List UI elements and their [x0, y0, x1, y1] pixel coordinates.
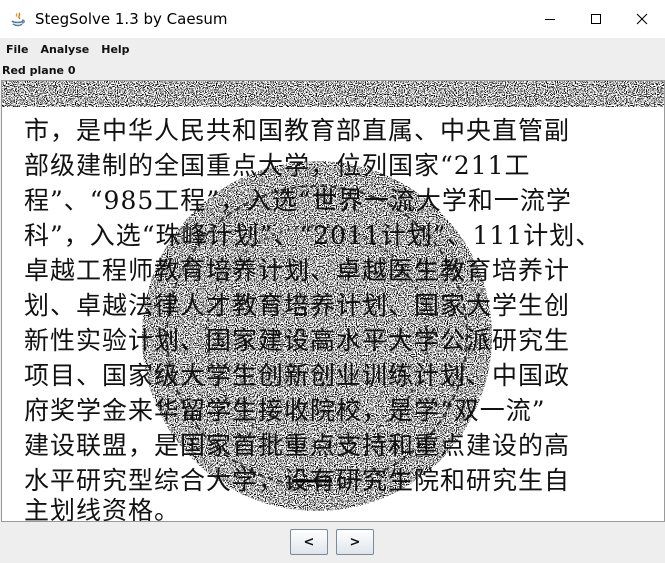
document-line: 部级建制的全国重点大学，位列国家“211工 — [24, 151, 531, 180]
close-button[interactable] — [619, 0, 665, 38]
title-bar: StegSolve 1.3 by Caesum — [0, 0, 665, 38]
menu-help[interactable]: Help — [95, 43, 135, 56]
navigation-bar: < > — [0, 522, 665, 563]
document-line: 新性实验计划、国家建设高水平大学公派研究生 — [24, 326, 571, 355]
document-line: 市，是中华人民共和国教育部直属、中央直管副 — [24, 116, 571, 145]
document-line: 卓越工程师教育培养计划、卓越医生教育培养计 — [24, 256, 571, 285]
document-line: 主划线资格。 — [24, 496, 181, 522]
document-line: 建设联盟，是国家首批重点支持和重点建设的高 — [24, 431, 571, 460]
document-line: 科”，入选“珠峰计划”、“2011计划”、111计划、 — [24, 221, 602, 250]
document-line: 项目、国家级大学生创新创业训练计划、中国政 — [24, 361, 571, 390]
menu-bar: File Analyse Help — [0, 38, 665, 60]
minimize-button[interactable] — [527, 0, 573, 38]
document-line: 程”、“985工程”，入选“世界一流大学和一流学 — [24, 186, 572, 215]
close-icon — [636, 13, 648, 25]
maximize-button[interactable] — [573, 0, 619, 38]
minimize-icon — [545, 19, 555, 20]
next-plane-button[interactable]: > — [336, 529, 374, 555]
menu-file[interactable]: File — [0, 43, 35, 56]
document-line: 府奖学金来华留学生接收院校，是学“双一流” — [24, 396, 546, 425]
window-controls — [527, 0, 665, 38]
document-line: 划、卓越法律人才教育培养计划、国家大学生创 — [24, 291, 571, 320]
plane-label: Red plane 0 — [2, 64, 76, 77]
window-title: StegSolve 1.3 by Caesum — [35, 10, 228, 28]
image-view: 市，是中华人民共和国教育部直属、中央直管副 部级建制的全国重点大学，位列国家“2… — [1, 80, 665, 522]
java-app-icon — [9, 10, 27, 28]
menu-analyse[interactable]: Analyse — [35, 43, 96, 56]
previous-plane-button[interactable]: < — [290, 529, 328, 555]
maximize-icon — [591, 14, 601, 24]
